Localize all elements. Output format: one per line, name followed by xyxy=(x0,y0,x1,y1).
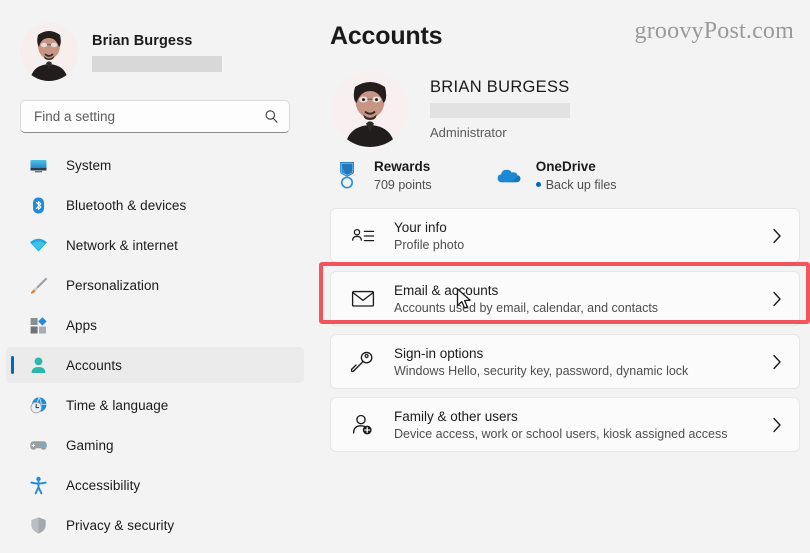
sidebar-item-label: Personalization xyxy=(66,277,160,293)
wifi-icon xyxy=(28,235,48,255)
sidebar-nav: System Bluetooth & devices Network & int… xyxy=(0,147,310,543)
service-rewards-text: Rewards 709 points xyxy=(374,159,432,192)
search-icon[interactable] xyxy=(263,109,279,124)
chevron-right-icon[interactable] xyxy=(769,354,785,370)
service-sub: Back up files xyxy=(535,178,617,192)
watermark: groovyPost.com xyxy=(634,18,794,44)
card-sign-in-options[interactable]: Sign-in options Windows Hello, security … xyxy=(330,334,800,389)
service-onedrive-text: OneDrive Back up files xyxy=(535,159,617,192)
service-rewards[interactable]: Rewards 709 points xyxy=(332,159,432,192)
account-summary: BRIAN BURGESS Administrator xyxy=(320,51,802,147)
sidebar-item-label: Privacy & security xyxy=(66,517,175,533)
chevron-right-icon[interactable] xyxy=(769,291,785,307)
card-sub: Profile photo xyxy=(394,237,465,252)
account-text: BRIAN BURGESS Administrator xyxy=(430,78,570,140)
service-sub: 709 points xyxy=(374,178,432,192)
card-email-accounts[interactable]: Email & accounts Accounts used by email,… xyxy=(330,271,800,326)
sidebar-item-label: Bluetooth & devices xyxy=(66,197,187,213)
card-title: Sign-in options xyxy=(394,345,484,361)
monitor-icon xyxy=(28,155,48,175)
sidebar-item-bluetooth-devices[interactable]: Bluetooth & devices xyxy=(6,187,304,223)
sidebar-item-label: Accessibility xyxy=(66,477,141,493)
settings-card-list: Your info Profile photo Email & accounts… xyxy=(320,208,802,452)
sidebar-item-personalization[interactable]: Personalization xyxy=(6,267,304,303)
contact-card-icon xyxy=(349,222,377,250)
card-text: Family & other users Device access, work… xyxy=(394,409,769,441)
add-user-icon xyxy=(349,411,377,439)
sidebar-item-accessibility[interactable]: Accessibility xyxy=(6,467,304,503)
sidebar-item-label: Time & language xyxy=(66,397,169,413)
account-email-redacted xyxy=(430,103,570,118)
chevron-right-icon[interactable] xyxy=(769,417,785,433)
key-icon xyxy=(349,348,377,376)
sidebar-item-accounts[interactable]: Accounts xyxy=(6,347,304,383)
chevron-right-icon[interactable] xyxy=(769,228,785,244)
account-name: BRIAN BURGESS xyxy=(430,78,570,96)
apps-grid-icon xyxy=(28,315,48,335)
rewards-medal-icon xyxy=(332,159,362,191)
sidebar-item-apps[interactable]: Apps xyxy=(6,307,304,343)
sidebar-profile-name: Brian Burgess xyxy=(92,32,193,49)
sidebar-item-system[interactable]: System xyxy=(6,147,304,183)
envelope-icon xyxy=(349,285,377,313)
account-role: Administrator xyxy=(430,125,507,140)
sidebar-item-time-language[interactable]: Time & language xyxy=(6,387,304,423)
service-onedrive[interactable]: OneDrive Back up files xyxy=(494,159,617,192)
sidebar-profile[interactable]: Brian Burgess xyxy=(0,0,310,86)
sidebar-item-label: System xyxy=(66,157,112,173)
card-title: Family & other users xyxy=(394,408,518,424)
globe-clock-icon xyxy=(28,395,48,415)
service-sub-label: Back up files xyxy=(545,178,617,192)
accessibility-person-icon xyxy=(28,475,48,495)
account-avatar[interactable] xyxy=(332,71,408,147)
sidebar-item-gaming[interactable]: Gaming xyxy=(6,427,304,463)
person-icon xyxy=(28,355,48,375)
sidebar-item-label: Apps xyxy=(66,317,97,333)
search-box[interactable] xyxy=(20,100,290,133)
sidebar-profile-text: Brian Burgess xyxy=(92,33,222,72)
shield-icon xyxy=(28,515,48,535)
onedrive-cloud-icon xyxy=(494,159,524,191)
card-sub: Device access, work or school users, kio… xyxy=(394,426,728,441)
sidebar-item-label: Network & internet xyxy=(66,237,178,253)
card-your-info[interactable]: Your info Profile photo xyxy=(330,208,800,263)
status-dot xyxy=(535,182,541,187)
service-title: OneDrive xyxy=(535,159,596,174)
card-sub: Windows Hello, security key, password, d… xyxy=(394,363,689,378)
settings-window: Brian Burgess Find a setting System Blue… xyxy=(0,0,810,553)
main-content: Accounts groovyPost.com BRIAN BURGESS Ad… xyxy=(310,0,810,553)
card-title: Email & accounts xyxy=(394,282,499,298)
search-input[interactable] xyxy=(34,109,263,124)
sidebar-item-privacy-security[interactable]: Privacy & security xyxy=(6,507,304,543)
card-title: Your info xyxy=(394,219,447,235)
avatar[interactable] xyxy=(20,23,78,81)
card-text: Sign-in options Windows Hello, security … xyxy=(394,346,769,378)
card-sub: Accounts used by email, calendar, and co… xyxy=(394,300,659,315)
sidebar: Brian Burgess Find a setting System Blue… xyxy=(0,0,310,553)
sidebar-item-label: Gaming xyxy=(66,437,114,453)
sidebar-profile-email-redacted xyxy=(92,55,222,72)
sidebar-item-network-internet[interactable]: Network & internet xyxy=(6,227,304,263)
card-text: Your info Profile photo xyxy=(394,220,769,252)
game-controller-icon xyxy=(28,435,48,455)
services-row: Rewards 709 points OneDrive Back up file… xyxy=(320,147,802,192)
sidebar-item-label: Accounts xyxy=(66,357,122,373)
service-title: Rewards xyxy=(374,159,431,174)
card-family-other-users[interactable]: Family & other users Device access, work… xyxy=(330,397,800,452)
card-text: Email & accounts Accounts used by email,… xyxy=(394,283,769,315)
bluetooth-icon xyxy=(28,195,48,215)
paintbrush-icon xyxy=(28,275,48,295)
